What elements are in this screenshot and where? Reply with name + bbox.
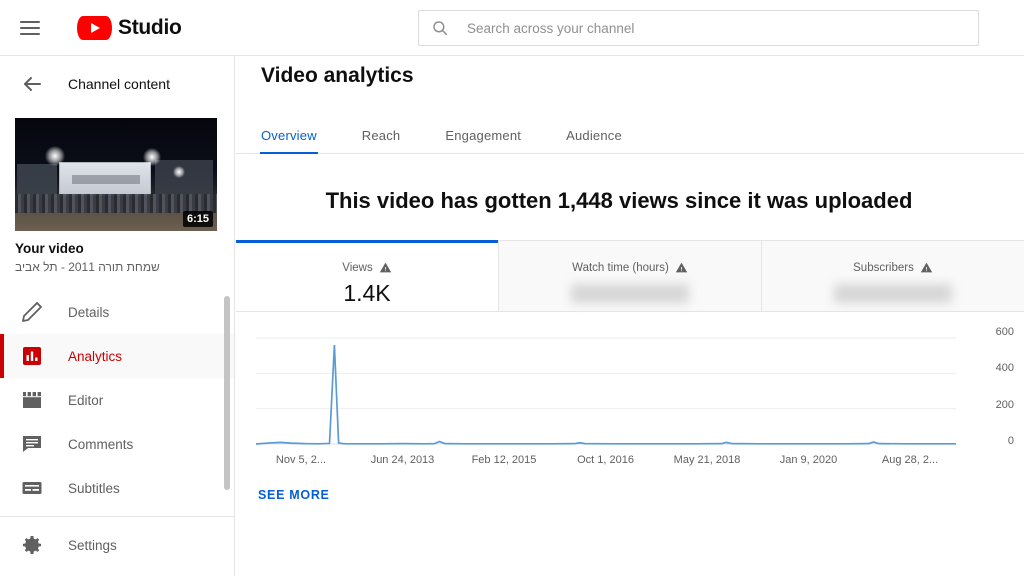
metric-card-header: Watch time (hours) (572, 261, 688, 274)
tab-engagement[interactable]: Engagement (445, 128, 521, 153)
x-axis-tick-label: May 21, 2018 (673, 454, 741, 466)
sidebar-item-comments[interactable]: Comments (0, 422, 234, 466)
x-axis-tick-label: Jun 24, 2013 (370, 454, 435, 466)
sidebar-item-label: Settings (68, 537, 117, 553)
bar-chart-icon (23, 347, 41, 365)
x-axis-tick-label: Feb 12, 2015 (471, 454, 537, 466)
video-title: שמחת תורה 2011 - תל אביב (15, 260, 160, 274)
tab-reach[interactable]: Reach (362, 128, 401, 153)
sidebar-item-label: Comments (68, 436, 134, 452)
sidebar: Channel content 6:15 Your video שמחת תור… (0, 56, 235, 576)
video-thumbnail[interactable]: 6:15 (15, 118, 217, 231)
search-input[interactable] (467, 20, 966, 36)
comment-icon (23, 436, 41, 452)
metric-value: 1.4K (343, 280, 391, 306)
metric-cards: Views 1.4K Watch time (hours) Subscriber… (236, 240, 1024, 312)
video-duration-badge: 6:15 (182, 211, 213, 227)
x-axis-tick-label: Nov 5, 2... (275, 454, 327, 466)
sidebar-item-subtitles[interactable]: Subtitles (0, 466, 234, 510)
clapperboard-icon (23, 392, 41, 408)
thumbnail-light-flare (45, 146, 65, 166)
hamburger-bar (20, 32, 40, 35)
pencil-icon (22, 302, 42, 322)
subtitles-icon (22, 482, 42, 494)
sidebar-item-label: Subtitles (68, 480, 120, 496)
sidebar-item-label: Editor (68, 392, 104, 408)
thumbnail-light-flare (173, 166, 185, 178)
sidebar-item-send-feedback[interactable]: Send feedback (0, 567, 234, 576)
gear-icon (23, 536, 41, 554)
sidebar-item-label: Analytics (68, 348, 123, 364)
metric-label: Subscribers (853, 261, 914, 274)
sidebar-item-settings[interactable]: Settings (0, 523, 234, 567)
your-video-label: Your video (15, 241, 84, 256)
metric-value-hidden (834, 284, 952, 303)
y-axis-tick-label: 0 (1007, 435, 1014, 447)
search-icon (433, 21, 448, 36)
metric-card-subscribers[interactable]: Subscribers (762, 241, 1024, 311)
brand-label: Studio (118, 15, 182, 39)
hamburger-icon[interactable] (20, 16, 44, 40)
back-to-channel-content[interactable]: Channel content (0, 56, 234, 112)
metric-card-header: Views (342, 261, 391, 274)
hamburger-bar (20, 26, 40, 29)
y-axis-tick-label: 200 (995, 399, 1014, 411)
metric-card-watch-time[interactable]: Watch time (hours) (499, 241, 762, 311)
warning-triangle-icon (379, 262, 391, 273)
sidebar-item-editor[interactable]: Editor (0, 378, 234, 422)
chart-line-views (256, 345, 956, 445)
warning-triangle-icon (920, 262, 933, 273)
analytics-headline: This video has gotten 1,448 views since … (325, 188, 913, 213)
warning-triangle-icon (675, 262, 688, 273)
tab-overview[interactable]: Overview (260, 128, 318, 154)
youtube-studio-analytics-page: Studio Channel content (0, 0, 1024, 576)
chart-plot (256, 337, 956, 445)
views-over-time-chart: 600 400 200 0 Nov 5, 2... Jun 24, 2013 Feb… (236, 326, 1024, 472)
x-axis-tick-label: Aug 28, 2... (881, 454, 939, 466)
page-title: Video analytics (261, 64, 414, 87)
sidebar-divider (0, 516, 234, 517)
back-label: Channel content (68, 76, 170, 92)
metric-card-views[interactable]: Views 1.4K (236, 240, 499, 311)
search-bar[interactable] (418, 10, 979, 46)
hamburger-bar (20, 20, 40, 23)
sidebar-scrollbar[interactable] (224, 296, 230, 490)
metric-card-header: Subscribers (853, 261, 933, 274)
see-more-link[interactable]: SEE MORE (258, 488, 330, 502)
metric-label: Views (342, 261, 373, 274)
y-axis-tick-label: 600 (995, 326, 1014, 338)
thumbnail-building-left (17, 164, 57, 198)
sidebar-item-analytics[interactable]: Analytics (0, 334, 234, 378)
arrow-back-icon (24, 77, 41, 91)
thumbnail-stage-screen (59, 162, 151, 196)
youtube-logo-icon (77, 15, 112, 40)
sidebar-item-details[interactable]: Details (0, 290, 234, 334)
play-triangle-icon (91, 22, 100, 33)
top-app-bar: Studio (0, 0, 1024, 56)
x-axis-tick-label: Jan 9, 2020 (779, 454, 838, 466)
sidebar-item-label: Details (68, 304, 110, 320)
y-axis-tick-label: 400 (995, 362, 1014, 374)
x-axis-tick-label: Oct 1, 2016 (577, 454, 634, 466)
main-content: Video analytics Overview Reach Engagemen… (236, 56, 1024, 576)
metric-value-hidden (571, 284, 689, 303)
tab-audience[interactable]: Audience (566, 128, 622, 153)
sidebar-menu: Details Analytics Editor Comments Subtit… (0, 290, 234, 576)
studio-brand-logo[interactable]: Studio (77, 15, 182, 40)
analytics-tabs: Overview Reach Engagement Audience (236, 110, 1024, 154)
thumbnail-light-flare (143, 148, 161, 166)
thumbnail-building-right (155, 160, 213, 198)
metric-label: Watch time (hours) (572, 261, 669, 274)
